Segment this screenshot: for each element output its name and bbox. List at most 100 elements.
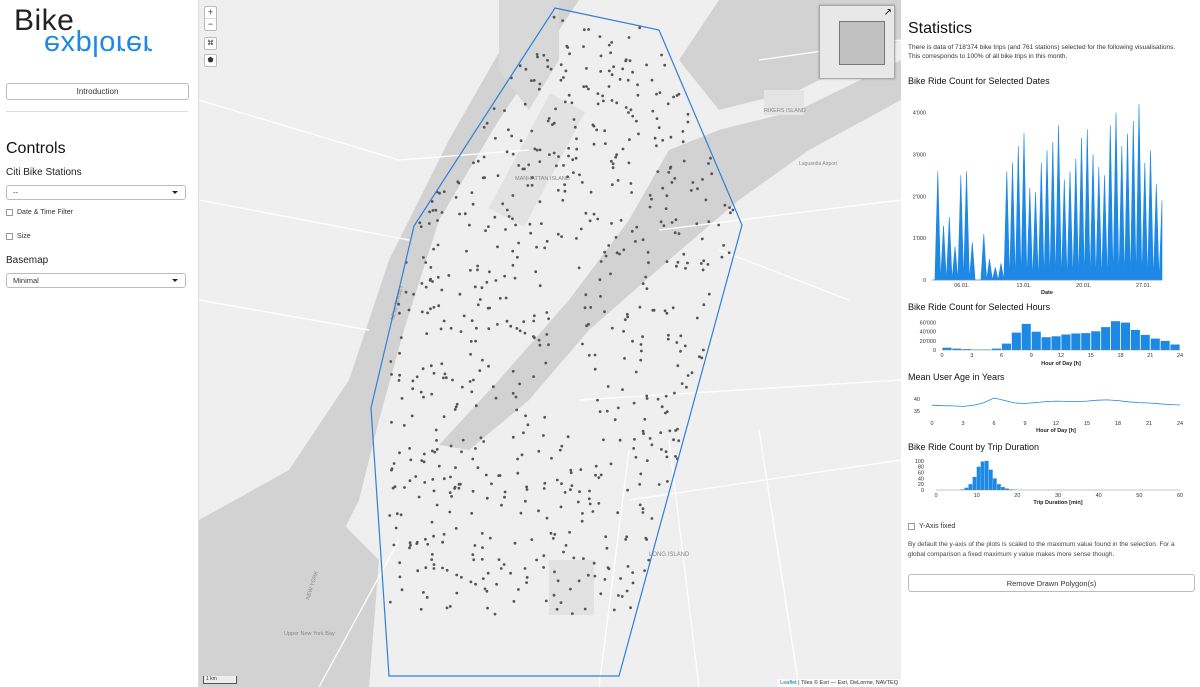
station-marker[interactable] bbox=[604, 142, 607, 146]
station-marker[interactable] bbox=[640, 349, 643, 353]
station-marker[interactable] bbox=[563, 189, 567, 193]
station-marker[interactable] bbox=[652, 308, 656, 312]
marker-icon[interactable]: ⬟ bbox=[204, 54, 217, 67]
station-marker[interactable] bbox=[664, 207, 668, 211]
station-marker[interactable] bbox=[497, 558, 501, 561]
station-marker[interactable] bbox=[700, 356, 704, 360]
station-marker[interactable] bbox=[663, 309, 667, 313]
station-marker[interactable] bbox=[511, 391, 515, 395]
station-marker[interactable] bbox=[698, 355, 701, 359]
station-marker[interactable] bbox=[419, 390, 423, 394]
station-marker[interactable] bbox=[547, 317, 550, 321]
station-marker[interactable] bbox=[673, 391, 676, 395]
station-marker[interactable] bbox=[668, 429, 672, 433]
station-marker[interactable] bbox=[470, 390, 474, 394]
station-marker[interactable] bbox=[551, 123, 554, 126]
station-marker[interactable] bbox=[534, 270, 538, 274]
station-marker[interactable] bbox=[623, 318, 627, 321]
station-marker[interactable] bbox=[629, 182, 633, 185]
station-marker[interactable] bbox=[631, 114, 635, 118]
station-marker[interactable] bbox=[454, 405, 458, 409]
station-marker[interactable] bbox=[641, 238, 645, 242]
station-marker[interactable] bbox=[511, 152, 515, 156]
station-marker[interactable] bbox=[540, 222, 543, 226]
station-marker[interactable] bbox=[610, 73, 614, 77]
station-marker[interactable] bbox=[480, 557, 484, 561]
station-marker[interactable] bbox=[676, 364, 680, 368]
station-marker[interactable] bbox=[571, 158, 575, 162]
station-marker[interactable] bbox=[610, 222, 613, 225]
station-marker[interactable] bbox=[389, 360, 393, 363]
station-marker[interactable] bbox=[471, 457, 475, 461]
station-marker[interactable] bbox=[623, 357, 626, 360]
station-marker[interactable] bbox=[675, 341, 679, 344]
station-marker[interactable] bbox=[431, 209, 435, 212]
station-marker[interactable] bbox=[628, 138, 631, 142]
station-marker[interactable] bbox=[660, 448, 663, 451]
station-marker[interactable] bbox=[422, 460, 426, 464]
station-marker[interactable] bbox=[707, 162, 710, 165]
station-marker[interactable] bbox=[442, 190, 446, 194]
station-marker[interactable] bbox=[516, 471, 520, 475]
station-marker[interactable] bbox=[584, 211, 588, 215]
station-marker[interactable] bbox=[437, 304, 441, 308]
station-marker[interactable] bbox=[444, 376, 448, 380]
station-marker[interactable] bbox=[449, 326, 453, 330]
station-marker[interactable] bbox=[429, 307, 432, 311]
station-marker[interactable] bbox=[470, 191, 474, 195]
station-marker[interactable] bbox=[504, 296, 508, 300]
station-marker[interactable] bbox=[494, 279, 498, 282]
station-marker[interactable] bbox=[648, 437, 652, 440]
station-marker[interactable] bbox=[441, 540, 444, 544]
station-marker[interactable] bbox=[551, 537, 555, 540]
station-marker[interactable] bbox=[532, 319, 536, 323]
station-marker[interactable] bbox=[494, 136, 497, 140]
station-marker[interactable] bbox=[633, 437, 636, 441]
station-marker[interactable] bbox=[666, 337, 670, 341]
station-marker[interactable] bbox=[679, 349, 682, 353]
station-marker[interactable] bbox=[648, 205, 652, 209]
station-marker[interactable] bbox=[424, 261, 428, 264]
station-marker[interactable] bbox=[422, 452, 426, 456]
station-marker[interactable] bbox=[515, 408, 519, 412]
station-marker[interactable] bbox=[511, 249, 515, 253]
station-marker[interactable] bbox=[660, 53, 663, 57]
station-marker[interactable] bbox=[542, 554, 546, 558]
station-marker[interactable] bbox=[426, 311, 429, 315]
station-marker[interactable] bbox=[616, 511, 620, 515]
station-marker[interactable] bbox=[641, 335, 644, 339]
station-marker[interactable] bbox=[681, 140, 685, 144]
station-marker[interactable] bbox=[537, 449, 541, 453]
station-marker[interactable] bbox=[560, 444, 564, 448]
station-marker[interactable] bbox=[669, 165, 673, 169]
station-marker[interactable] bbox=[686, 120, 690, 124]
station-marker[interactable] bbox=[644, 275, 648, 279]
station-marker[interactable] bbox=[415, 542, 419, 545]
station-marker[interactable] bbox=[598, 35, 602, 38]
station-marker[interactable] bbox=[559, 601, 563, 604]
station-marker[interactable] bbox=[674, 455, 677, 458]
station-marker[interactable] bbox=[494, 396, 498, 400]
station-marker[interactable] bbox=[676, 260, 680, 264]
station-marker[interactable] bbox=[602, 438, 605, 442]
station-marker[interactable] bbox=[397, 302, 400, 306]
station-marker[interactable] bbox=[570, 101, 574, 105]
station-marker[interactable] bbox=[587, 497, 591, 501]
station-marker[interactable] bbox=[592, 124, 596, 128]
station-marker[interactable] bbox=[538, 343, 542, 347]
station-marker[interactable] bbox=[672, 438, 675, 442]
station-marker[interactable] bbox=[392, 462, 396, 465]
station-marker[interactable] bbox=[639, 472, 643, 476]
station-marker[interactable] bbox=[638, 26, 642, 30]
station-marker[interactable] bbox=[483, 176, 486, 180]
station-marker[interactable] bbox=[576, 500, 580, 504]
station-marker[interactable] bbox=[503, 490, 507, 494]
station-marker[interactable] bbox=[485, 280, 489, 284]
station-marker[interactable] bbox=[429, 364, 433, 368]
station-marker[interactable] bbox=[476, 303, 480, 307]
station-marker[interactable] bbox=[609, 462, 613, 466]
station-marker[interactable] bbox=[638, 305, 642, 309]
station-marker[interactable] bbox=[566, 175, 569, 179]
station-marker[interactable] bbox=[428, 210, 431, 214]
station-marker[interactable] bbox=[647, 261, 650, 265]
